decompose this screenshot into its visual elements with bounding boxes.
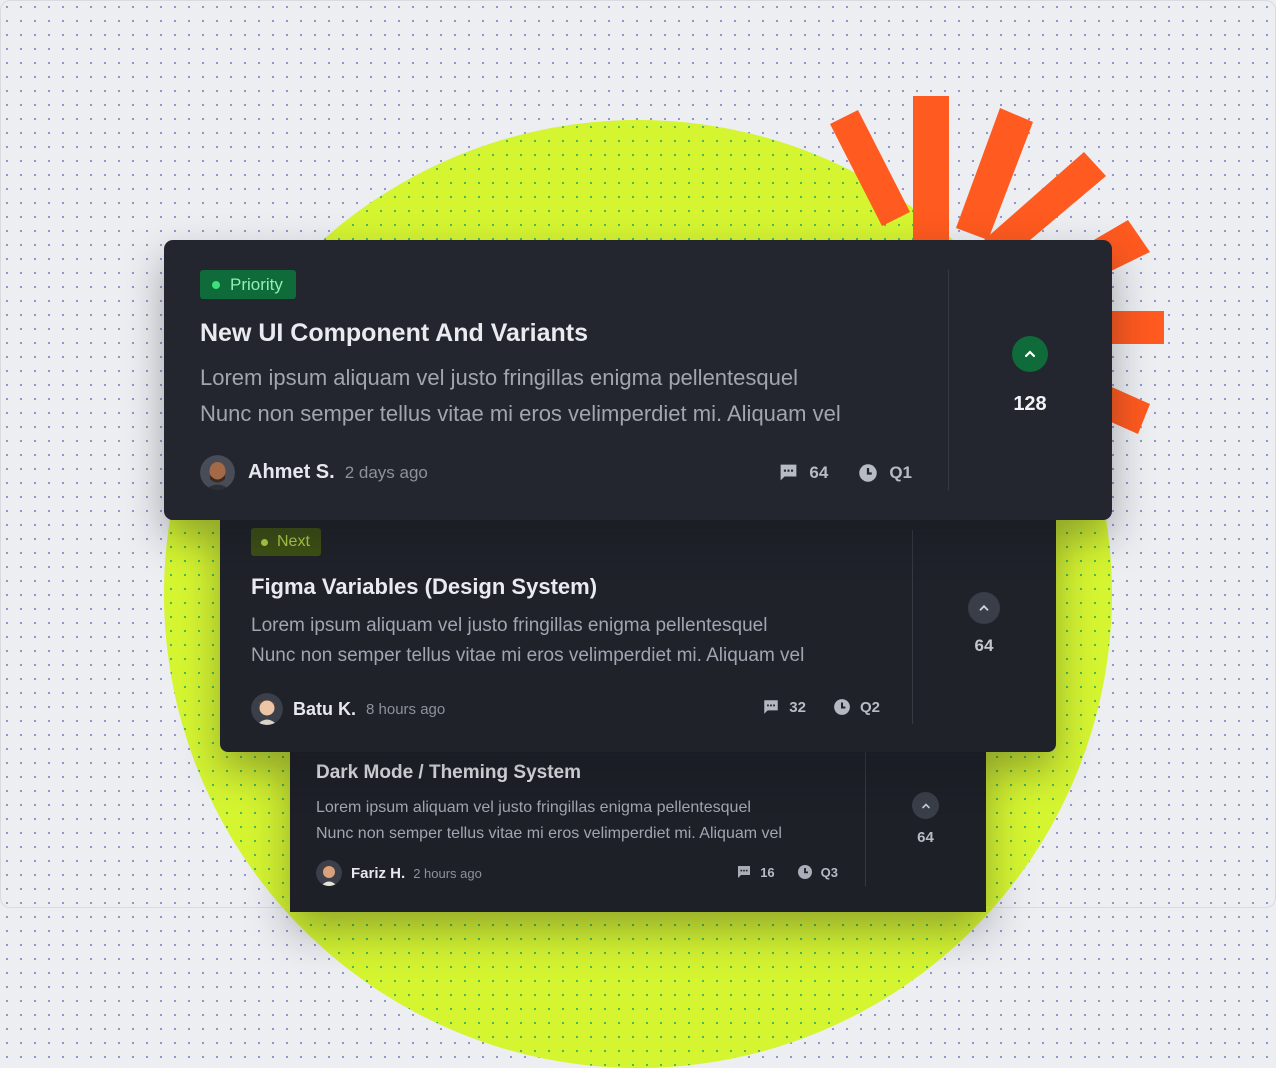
status-badge-priority: Priority <box>200 270 296 299</box>
chevron-up-icon <box>1024 350 1036 358</box>
comment-icon <box>781 464 797 481</box>
avatar <box>251 693 283 725</box>
card-author: Fariz H. 2 hours ago <box>316 860 482 886</box>
card-stats: 64 Q1 <box>778 462 912 483</box>
post-time: 8 hours ago <box>366 700 446 718</box>
card-stats: 16 Q3 <box>736 864 838 880</box>
author-name: Batu K. <box>293 698 356 719</box>
comment-stat: 32 <box>762 698 806 716</box>
author-name: Fariz H. <box>351 864 406 882</box>
comment-icon <box>764 700 779 714</box>
badge-label: Priority <box>230 274 283 294</box>
card-author: Ahmet S. 2 days ago <box>200 455 428 490</box>
chevron-up-icon <box>921 802 930 808</box>
avatar <box>316 860 342 886</box>
vote-widget: 64 <box>912 592 1056 656</box>
card-stats: 32 Q2 <box>762 698 880 716</box>
roadmap-card-figma-variables[interactable]: Next Figma Variables (Design System) Lor… <box>220 510 1056 752</box>
vote-widget: 128 <box>948 336 1112 416</box>
clock-icon <box>859 463 878 482</box>
status-dot <box>261 538 268 546</box>
post-time: 2 hours ago <box>413 865 482 881</box>
roadmap-card-dark-mode[interactable]: Dark Mode / Theming System Lorem ipsum a… <box>290 742 986 912</box>
vote-widget: 64 <box>865 792 986 846</box>
author-name: Ahmet S. <box>248 461 335 483</box>
clock-icon <box>797 865 812 879</box>
badge-label: Next <box>277 533 310 550</box>
upvote-button[interactable] <box>968 592 1000 624</box>
vote-count: 64 <box>917 829 934 846</box>
status-dot <box>212 280 220 289</box>
upvote-button[interactable] <box>1012 336 1048 372</box>
avatar <box>200 455 235 490</box>
card-description: Lorem ipsum aliquam vel justo fringillas… <box>251 615 805 666</box>
chevron-up-icon <box>979 604 989 611</box>
card-description: Lorem ipsum aliquam vel justo fringillas… <box>200 365 841 426</box>
quarter-stat: Q1 <box>858 463 912 483</box>
quarter-stat: Q3 <box>797 864 838 880</box>
clock-icon <box>834 699 850 715</box>
card-title: Dark Mode / Theming System <box>316 762 582 783</box>
quarter-stat: Q2 <box>833 698 880 716</box>
comment-icon <box>738 866 751 878</box>
card-title: New UI Component And Variants <box>200 319 589 347</box>
card-description: Lorem ipsum aliquam vel justo fringillas… <box>316 799 782 842</box>
post-time: 2 days ago <box>344 462 428 482</box>
roadmap-card-new-ui-component[interactable]: Priority New UI Component And Variants L… <box>164 240 1112 520</box>
status-badge-next: Next <box>251 528 321 556</box>
card-title: Figma Variables (Design System) <box>251 574 598 599</box>
vote-count: 64 <box>974 636 994 655</box>
vote-count: 128 <box>1013 393 1047 415</box>
comment-stat: 64 <box>778 462 828 483</box>
comment-stat: 16 <box>736 864 775 880</box>
upvote-button[interactable] <box>912 792 939 819</box>
card-author: Batu K. 8 hours ago <box>251 693 445 725</box>
